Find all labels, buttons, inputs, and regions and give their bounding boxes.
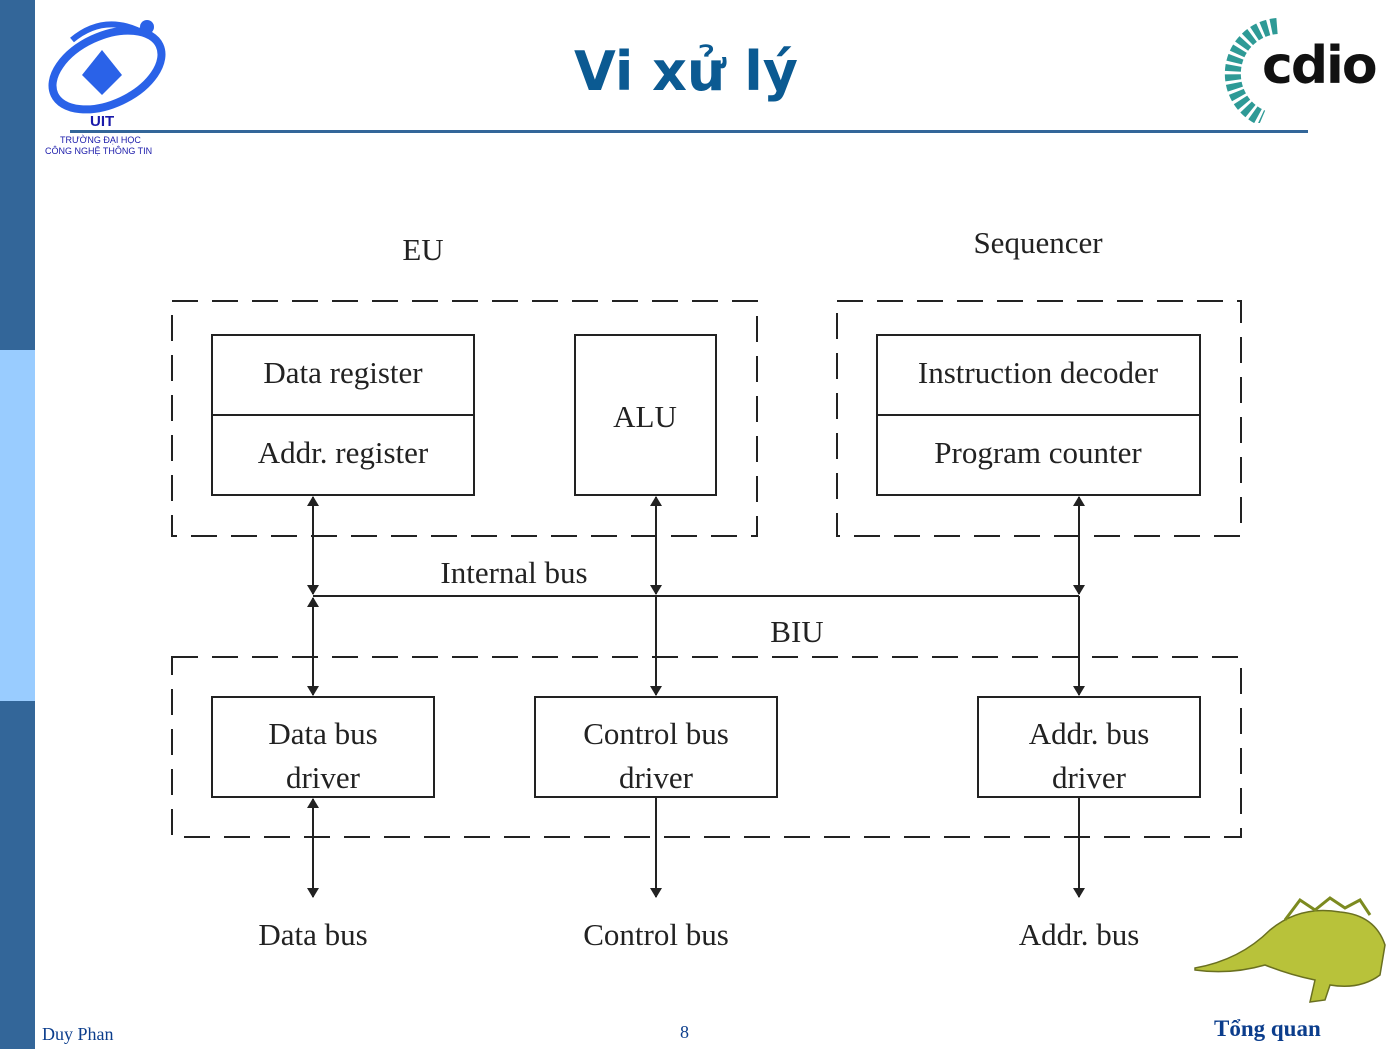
biu-label: BIU: [770, 614, 823, 649]
footer-section: Tổng quan: [1214, 1016, 1321, 1041]
data-bus-driver-line2: driver: [286, 760, 361, 795]
cpu-block-diagram: EU Sequencer Data register Addr. registe…: [171, 225, 1386, 1003]
internal-bus-label: Internal bus: [440, 555, 587, 590]
addr-bus-driver-line1: Addr. bus: [1029, 716, 1150, 751]
dinosaur-image: [1194, 896, 1386, 1003]
alu-label: ALU: [613, 399, 677, 434]
sequencer-region: [836, 300, 1242, 537]
eu-label: EU: [402, 232, 443, 267]
control-bus-driver-line1: Control bus: [583, 716, 729, 751]
control-bus-driver-line2: driver: [619, 760, 694, 795]
addr-bus-label: Addr. bus: [1019, 917, 1140, 952]
addr-bus-driver-line2: driver: [1052, 760, 1127, 795]
footer-page-number: 8: [680, 1022, 689, 1042]
sequencer-label: Sequencer: [973, 225, 1103, 260]
program-counter-label: Program counter: [934, 435, 1142, 470]
data-register-label: Data register: [263, 355, 423, 390]
data-bus-label: Data bus: [258, 917, 367, 952]
addr-register-label: Addr. register: [258, 435, 429, 470]
footer-author: Duy Phan: [42, 1024, 114, 1044]
instruction-decoder-label: Instruction decoder: [918, 355, 1159, 390]
control-bus-label: Control bus: [583, 917, 729, 952]
data-bus-driver-line1: Data bus: [268, 716, 377, 751]
